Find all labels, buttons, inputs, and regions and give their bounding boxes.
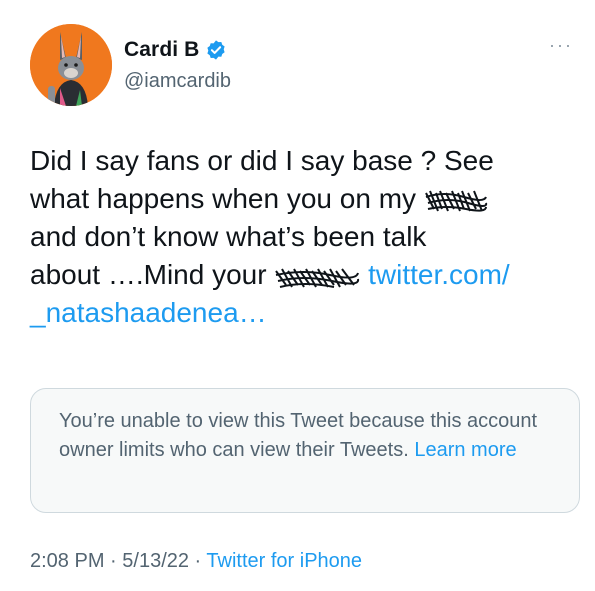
author-name-row[interactable]: Cardi B [124, 38, 227, 62]
author-display-name[interactable]: Cardi B [124, 38, 199, 62]
tweet-line-2: what happens when you on my [30, 180, 570, 218]
tweet-date[interactable]: 5/13/22 [122, 550, 189, 572]
redacted-scribble-icon [274, 263, 360, 291]
learn-more-link[interactable]: Learn more [414, 439, 516, 461]
bunny-avatar-icon[interactable] [30, 24, 112, 106]
verified-badge-icon [205, 39, 227, 61]
meta-separator: · [104, 550, 123, 572]
redacted-scribble-icon [424, 187, 488, 215]
tweet-time[interactable]: 2:08 PM [30, 550, 104, 572]
tweet-link-continued[interactable]: _natashaadenea… [30, 294, 570, 332]
tweet-line-4: about ….Mind your twitter.com/ [30, 256, 570, 294]
more-options-icon[interactable]: ··· [549, 36, 573, 54]
tweet-container: Cardi B @iamcardib ··· Did I say fans or… [0, 0, 595, 591]
unavailable-tweet-card: You’re unable to view this Tweet because… [30, 388, 580, 513]
tweet-text: Did I say fans or did I say base ? See w… [30, 142, 570, 332]
tweet-link[interactable]: twitter.com/ [368, 259, 510, 290]
meta-separator: · [189, 550, 207, 572]
tweet-meta: 2:08 PM · 5/13/22 · Twitter for iPhone [30, 550, 362, 573]
tweet-line-3: and don’t know what’s been talk [30, 221, 427, 252]
tweet-line-4-text: about ….Mind your [30, 259, 275, 290]
tweet-source[interactable]: Twitter for iPhone [206, 550, 362, 572]
unavailable-tweet-message: You’re unable to view this Tweet because… [59, 407, 559, 465]
tweet-line-1: Did I say fans or did I say base ? See [30, 145, 494, 176]
tweet-line-2-text: what happens when you on my [30, 183, 424, 214]
author-handle[interactable]: @iamcardib [124, 70, 231, 93]
